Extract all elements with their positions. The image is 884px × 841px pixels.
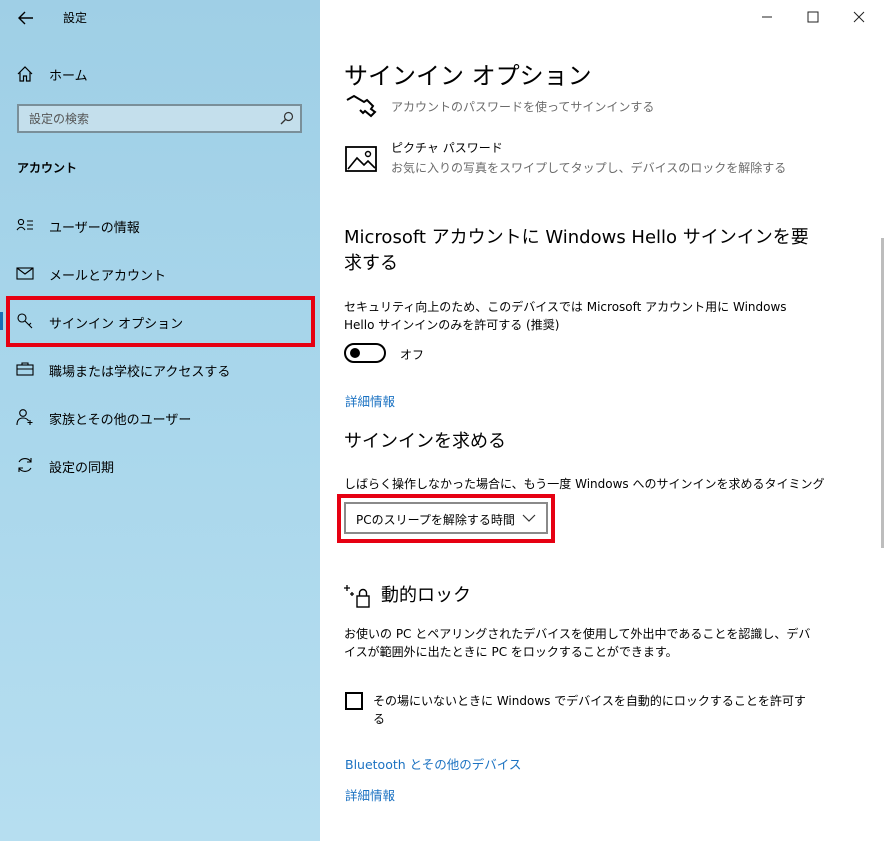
password-option-subtitle: アカウントのパスワードを使ってサインインする xyxy=(391,100,655,114)
person-add-icon xyxy=(16,409,33,426)
dynamic-lock-icon xyxy=(344,585,370,608)
toggle-knob xyxy=(350,348,360,358)
close-icon xyxy=(853,11,865,23)
password-option[interactable]: アカウントのパスワードを使ってサインインする xyxy=(344,92,804,122)
dynamic-lock-description: お使いの PC とペアリングされたデバイスを使用して外出中であることを認識し、デ… xyxy=(344,625,811,661)
maximize-button[interactable] xyxy=(790,4,836,30)
picture-password-subtitle: お気に入りの写真をスワイプしてタップし、デバイスのロックを解除する xyxy=(391,161,787,175)
hello-heading-line2: 求する xyxy=(344,253,398,274)
sidebar-item-home[interactable]: ホーム xyxy=(0,62,320,86)
require-signin-heading: サインインを求める xyxy=(344,431,506,452)
bluetooth-devices-link[interactable]: Bluetooth とその他のデバイス xyxy=(345,754,521,773)
hello-more-info-link[interactable]: 詳細情報 xyxy=(345,391,395,410)
page-title: サインイン オプション xyxy=(344,62,592,90)
hello-description-line1: セキュリティ向上のため、このデバイスでは Microsoft アカウント用に W… xyxy=(344,300,787,314)
maximize-icon xyxy=(807,11,819,23)
search-input[interactable] xyxy=(19,106,279,131)
search-icon[interactable] xyxy=(280,111,294,125)
search-box[interactable] xyxy=(17,104,302,133)
key-icon xyxy=(17,313,33,329)
sidebar-item-label: 家族とその他のユーザー xyxy=(49,413,192,428)
mail-icon xyxy=(16,267,34,280)
dynamic-lock-heading: 動的ロック xyxy=(381,585,471,606)
sidebar-item-work-school[interactable]: 職場または学校にアクセスする xyxy=(0,349,320,389)
dropdown-value: PCのスリープを解除する時間 xyxy=(356,513,515,527)
home-icon xyxy=(17,66,33,82)
sidebar: 設定 ホーム アカウント ユーザーの情報 メールとアカウント サインイン オプシ… xyxy=(0,0,320,841)
back-button[interactable] xyxy=(14,6,38,30)
sidebar-item-user-info[interactable]: ユーザーの情報 xyxy=(0,205,320,245)
sidebar-item-label: 設定の同期 xyxy=(49,461,115,476)
sidebar-item-label: サインイン オプション xyxy=(49,317,184,332)
briefcase-icon xyxy=(16,362,34,376)
sidebar-item-signin-options[interactable]: サインイン オプション xyxy=(0,301,320,341)
section-title: アカウント xyxy=(17,161,78,175)
back-arrow-icon xyxy=(18,11,33,25)
dynamic-lock-description-line1: お使いの PC とペアリングされたデバイスを使用して外出中であることを認識し、デ… xyxy=(344,627,811,641)
dynamic-lock-checkbox[interactable] xyxy=(345,692,363,710)
hello-heading: Microsoft アカウントに Windows Hello サインインを要 求… xyxy=(344,225,809,277)
picture-password-option[interactable]: ピクチャ パスワード お気に入りの写真をスワイプしてタップし、デバイスのロックを… xyxy=(344,138,804,178)
hello-description: セキュリティ向上のため、このデバイスでは Microsoft アカウント用に W… xyxy=(344,298,787,334)
app-title: 設定 xyxy=(63,11,88,25)
sidebar-item-mail[interactable]: メールとアカウント xyxy=(0,253,320,293)
user-info-icon xyxy=(16,218,33,231)
require-signin-description: しばらく操作しなかった場合に、もう一度 Windows へのサインインを求めるタ… xyxy=(344,477,825,491)
picture-password-title: ピクチャ パスワード xyxy=(391,141,503,155)
password-key-icon xyxy=(346,94,377,118)
picture-icon xyxy=(345,146,377,172)
require-signin-dropdown[interactable]: PCのスリープを解除する時間 xyxy=(344,502,548,534)
checkbox-label-line1: その場にいないときに Windows でデバイスを自動的にロックすることを許可す xyxy=(373,694,806,708)
minimize-button[interactable] xyxy=(744,4,790,30)
minimize-icon xyxy=(762,16,772,18)
sidebar-item-label: 職場または学校にアクセスする xyxy=(49,365,231,380)
dynamic-lock-checkbox-label[interactable]: その場にいないときに Windows でデバイスを自動的にロックすることを許可す… xyxy=(373,692,806,728)
dynamic-lock-description-line2: イスが範囲外に出たときに PC をロックすることができます。 xyxy=(344,645,678,659)
hello-toggle[interactable] xyxy=(344,343,386,363)
sidebar-item-label: ホーム xyxy=(49,69,88,84)
sidebar-item-label: ユーザーの情報 xyxy=(49,221,140,236)
sidebar-item-label: メールとアカウント xyxy=(49,269,167,284)
close-button[interactable] xyxy=(836,4,882,30)
toggle-state-label: オフ xyxy=(400,348,425,362)
dynamic-lock-more-info-link[interactable]: 詳細情報 xyxy=(345,785,395,804)
sidebar-item-sync[interactable]: 設定の同期 xyxy=(0,445,320,485)
hello-heading-line1: Microsoft アカウントに Windows Hello サインインを要 xyxy=(344,227,809,248)
chevron-down-icon xyxy=(522,514,536,522)
hello-description-line2: Hello サインインのみを許可する (推奨) xyxy=(344,318,560,332)
sync-icon xyxy=(18,458,32,472)
sidebar-item-family[interactable]: 家族とその他のユーザー xyxy=(0,397,320,437)
main-content: サインイン オプション アカウントのパスワードを使ってサインインする ピクチャ … xyxy=(320,0,884,841)
checkbox-label-line2: る xyxy=(373,712,386,726)
